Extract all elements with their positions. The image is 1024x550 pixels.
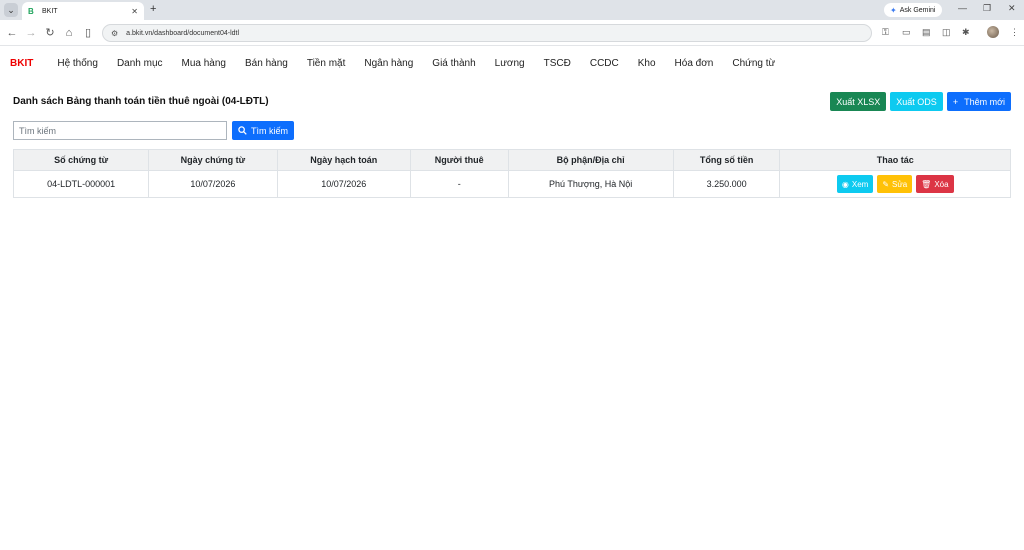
browser-toolbar: ← → ↻ ⌂ ▯ ⚙ a.bkit.vn/dashboard/document… — [0, 20, 1024, 46]
split-view-icon[interactable]: ◫ — [942, 27, 951, 38]
card-icon[interactable]: ▭ — [902, 27, 911, 38]
edit-label: Sửa — [892, 179, 908, 189]
view-label: Xem — [851, 179, 869, 189]
col-nguoi-thue[interactable]: Người thuê — [409, 149, 509, 171]
menu-he-thong[interactable]: Hệ thống — [57, 58, 98, 69]
browser-tab[interactable]: B BKIT ✕ — [22, 2, 144, 20]
menu-mua-hang[interactable]: Mua hàng — [182, 58, 226, 69]
new-tab-icon[interactable]: + — [150, 3, 156, 15]
cell-actions: ◉ Xem ✎ Sửa 🗑 Xóa — [779, 170, 1011, 198]
header-actions: Xuất XLSX Xuất ODS + Thêm mới — [830, 92, 1011, 111]
cell-ngay-chung-tu: 10/07/2026 — [148, 170, 278, 198]
plus-icon: + — [952, 96, 959, 107]
site-info-icon[interactable]: ⚙ — [111, 29, 118, 38]
sidebar-icon[interactable]: ▯ — [81, 26, 95, 40]
password-key-icon[interactable]: ⚿ — [882, 27, 889, 38]
menu-ban-hang[interactable]: Bán hàng — [245, 58, 288, 69]
tab-close-icon[interactable]: ✕ — [131, 7, 138, 16]
eye-icon: ◉ — [841, 179, 849, 189]
reload-icon[interactable]: ↻ — [43, 26, 57, 40]
bkit-favicon-icon: B — [28, 6, 34, 16]
export-xlsx-button[interactable]: Xuất XLSX — [830, 92, 887, 111]
menu-hoa-don[interactable]: Hóa đơn — [675, 58, 714, 69]
menu-tien-mat[interactable]: Tiền mặt — [307, 58, 346, 69]
profile-avatar[interactable] — [987, 26, 999, 38]
table-header-row: Số chứng từ Ngày chứng từ Ngày hạch toán… — [12, 149, 1011, 171]
menu-danh-muc[interactable]: Danh mục — [117, 58, 163, 69]
tab-title: BKIT — [42, 7, 58, 15]
export-ods-button[interactable]: Xuất ODS — [890, 92, 943, 111]
menu-gia-thanh[interactable]: Giá thành — [432, 58, 475, 69]
view-button[interactable]: ◉ Xem — [836, 175, 874, 193]
forward-icon[interactable]: → — [24, 26, 38, 40]
page-header: Danh sách Bảng thanh toán tiền thuê ngoà… — [13, 92, 1011, 111]
edit-button[interactable]: ✎ Sửa — [877, 175, 913, 193]
search-row: Tìm kiếm — [13, 121, 294, 140]
menu-tscd[interactable]: TSCĐ — [544, 58, 571, 69]
cell-bo-phan-dia-chi: Phú Thượng, Hà Nội — [507, 170, 674, 198]
menu-ngan-hang[interactable]: Ngân hàng — [364, 58, 413, 69]
brand-logo[interactable]: BKIT — [10, 58, 33, 69]
pencil-icon: ✎ — [882, 179, 890, 189]
menu-kebab-icon[interactable]: ⋮ — [1010, 27, 1019, 38]
documents-table: Số chứng từ Ngày chứng từ Ngày hạch toán… — [12, 149, 1011, 198]
app-navbar: BKIT Hệ thống Danh mục Mua hàng Bán hàng… — [0, 48, 1024, 78]
table-row: 04-LDTL-000001 10/07/2026 10/07/2026 - P… — [12, 170, 1011, 198]
ask-gemini-button[interactable]: ✦ Ask Gemini — [884, 3, 942, 17]
tab-search-icon[interactable]: ⌄ — [4, 3, 18, 17]
col-ngay-chung-tu[interactable]: Ngày chứng từ — [148, 149, 278, 171]
add-new-label: Thêm mới — [964, 96, 1005, 107]
restore-icon[interactable]: ❐ — [983, 3, 991, 14]
menu-kho[interactable]: Kho — [638, 58, 656, 69]
col-thao-tac: Thao tác — [779, 149, 1011, 171]
menu-luong[interactable]: Lương — [495, 58, 525, 69]
menu-ccdc[interactable]: CCDC — [590, 58, 619, 69]
trash-icon: 🗑 — [921, 179, 932, 189]
close-window-icon[interactable]: ✕ — [1008, 3, 1016, 14]
back-icon[interactable]: ← — [5, 26, 19, 40]
col-ngay-hach-toan[interactable]: Ngày hạch toán — [276, 149, 411, 171]
search-button-label: Tìm kiếm — [251, 125, 288, 136]
browser-tabstrip: ⌄ B BKIT ✕ + ✦ Ask Gemini — ❐ ✕ — [0, 0, 1024, 20]
col-bo-phan-dia-chi[interactable]: Bộ phận/Địa chỉ — [507, 149, 674, 171]
address-bar[interactable]: ⚙ a.bkit.vn/dashboard/document04-ldtl — [102, 24, 872, 42]
cell-ngay-hach-toan: 10/07/2026 — [276, 170, 411, 198]
cell-so-chung-tu: 04-LDTL-000001 — [12, 170, 150, 198]
reading-mode-icon[interactable]: ▤ — [922, 27, 931, 38]
menu-chung-tu[interactable]: Chứng từ — [732, 58, 775, 69]
minimize-icon[interactable]: — — [958, 3, 967, 13]
gemini-spark-icon: ✦ — [890, 5, 897, 15]
delete-button[interactable]: 🗑 Xóa — [916, 175, 954, 193]
delete-label: Xóa — [934, 179, 949, 189]
col-so-chung-tu[interactable]: Số chứng từ — [12, 149, 150, 171]
search-input[interactable] — [13, 121, 227, 140]
cell-tong-so-tien: 3.250.000 — [672, 170, 781, 198]
add-new-button[interactable]: + Thêm mới — [946, 92, 1011, 111]
page-title: Danh sách Bảng thanh toán tiền thuê ngoà… — [13, 96, 269, 107]
home-icon[interactable]: ⌂ — [62, 26, 76, 40]
search-icon — [238, 126, 247, 135]
url-text: a.bkit.vn/dashboard/document04-ldtl — [126, 29, 240, 37]
extensions-icon[interactable]: ✱ — [962, 27, 970, 38]
ask-gemini-label: Ask Gemini — [899, 6, 936, 14]
col-tong-so-tien[interactable]: Tổng số tiền — [672, 149, 781, 171]
cell-nguoi-thue: - — [409, 170, 509, 198]
search-button[interactable]: Tìm kiếm — [232, 121, 294, 140]
